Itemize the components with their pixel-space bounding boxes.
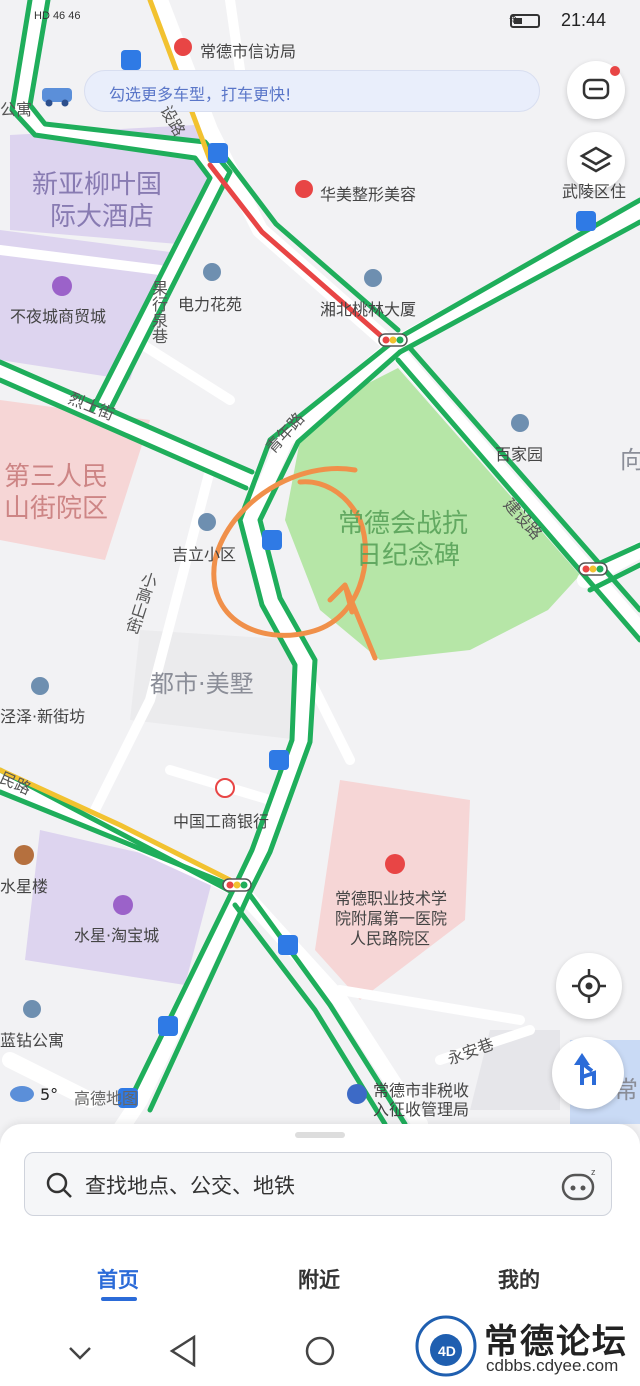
traffic-light-bottom	[222, 878, 252, 892]
poi-bank-icon	[215, 778, 235, 798]
home-icon[interactable]	[304, 1335, 336, 1367]
route-icon	[574, 1053, 596, 1085]
search-icon	[46, 1172, 72, 1198]
watermark-url: cdbbs.cdyee.com	[486, 1356, 619, 1375]
weather-icon	[10, 1086, 34, 1102]
car-icon[interactable]	[40, 82, 74, 108]
battery-icon	[510, 14, 540, 28]
poi-label[interactable]: 入征收管理局	[373, 1096, 469, 1120]
svg-text:4D: 4D	[438, 1343, 456, 1359]
tab-nearby[interactable]: 附近	[298, 1264, 340, 1294]
poi-building-icon	[198, 513, 216, 531]
poi-label[interactable]: 向	[620, 440, 640, 475]
bus-stop-icon	[269, 750, 289, 770]
weather-temp: 5°	[40, 1085, 59, 1104]
poi-shop-icon	[52, 276, 72, 296]
banner-text: 勾选更多车型，打车更快!	[109, 85, 292, 104]
poi-label[interactable]: 水星楼	[0, 873, 48, 897]
poi-label[interactable]: 常德市信访局	[200, 38, 296, 62]
poi-building-icon	[511, 414, 529, 432]
bottom-tabs: 首页 附近 我的	[0, 1236, 640, 1316]
message-button[interactable]	[567, 61, 625, 119]
traffic-light-right	[578, 562, 608, 576]
chevron-down-icon[interactable]	[66, 1338, 94, 1366]
traffic-light-top	[378, 333, 408, 347]
signal-indicator: HD 46 46	[34, 10, 81, 22]
bus-stop-icon	[262, 530, 282, 550]
bus-stop-icon	[158, 1016, 178, 1036]
tab-mine[interactable]: 我的	[498, 1264, 540, 1294]
bus-stop-icon	[121, 50, 141, 70]
ride-hail-banner[interactable]: 勾选更多车型，打车更快!	[84, 70, 540, 112]
poi-gov-icon	[347, 1084, 367, 1104]
road-label: 果行泉巷	[149, 280, 168, 344]
bus-stop-icon	[576, 211, 596, 231]
poi-building-icon	[203, 263, 221, 281]
poi-label[interactable]: 际大酒店	[50, 196, 154, 233]
poi-label[interactable]: 武陵区住	[562, 178, 626, 202]
poi-building-icon	[364, 269, 382, 287]
poi-plus-icon	[295, 180, 313, 198]
locate-icon	[572, 969, 606, 1003]
forum-logo-icon: 4D	[415, 1315, 477, 1377]
poi-label[interactable]: 中国工商银行	[173, 808, 269, 832]
poi-label[interactable]: 百家园	[495, 441, 543, 465]
svg-text:z: z	[591, 1167, 596, 1177]
panel-drag-handle[interactable]	[295, 1132, 345, 1138]
locate-button[interactable]	[556, 953, 622, 1019]
back-icon[interactable]	[168, 1334, 198, 1368]
poi-label[interactable]: 山街院区	[4, 488, 108, 525]
poi-label[interactable]: 蓝钻公寓	[0, 1027, 64, 1051]
poi-label[interactable]: 水星·淘宝城	[74, 922, 159, 946]
poi-label[interactable]: 人民路院区	[350, 925, 430, 949]
poi-plus-icon	[385, 854, 405, 874]
poi-label[interactable]: 不夜城商贸城	[10, 303, 106, 327]
search-input[interactable]: 查找地点、公交、地铁 z	[24, 1152, 612, 1216]
bus-stop-icon	[208, 143, 228, 163]
poi-label[interactable]: 日纪念碑	[356, 535, 460, 572]
poi-label[interactable]: 电力花苑	[178, 291, 242, 315]
poi-label[interactable]: 吉立小区	[172, 541, 236, 565]
poi-shop-icon	[113, 895, 133, 915]
bus-stop-icon	[278, 935, 298, 955]
poi-label[interactable]: 湘北桃林大厦	[320, 296, 416, 320]
poi-label[interactable]: 泾泽·新街坊	[0, 703, 85, 727]
forum-watermark: 4D 常德论坛 cdbbs.cdyee.com	[408, 1308, 640, 1386]
poi-label[interactable]: 公寓	[0, 96, 32, 120]
status-time: 21:44	[560, 10, 606, 30]
poi-label[interactable]: 华美整形美容	[320, 181, 416, 205]
status-bar: HD 46 46 ⌖ 21:44	[0, 0, 640, 44]
tab-home[interactable]: 首页	[97, 1264, 139, 1294]
route-button[interactable]	[552, 1037, 624, 1109]
search-placeholder: 查找地点、公交、地铁	[85, 1174, 295, 1198]
poi-landmark-icon	[14, 845, 34, 865]
map-brand-label: 高德地图	[74, 1089, 139, 1108]
tab-active-indicator	[101, 1297, 137, 1301]
poi-building-icon	[23, 1000, 41, 1018]
poi-building-icon	[31, 677, 49, 695]
poi-label[interactable]: 都市·美墅	[150, 664, 254, 699]
robot-icon[interactable]: z	[557, 1163, 601, 1207]
message-icon	[582, 66, 620, 100]
